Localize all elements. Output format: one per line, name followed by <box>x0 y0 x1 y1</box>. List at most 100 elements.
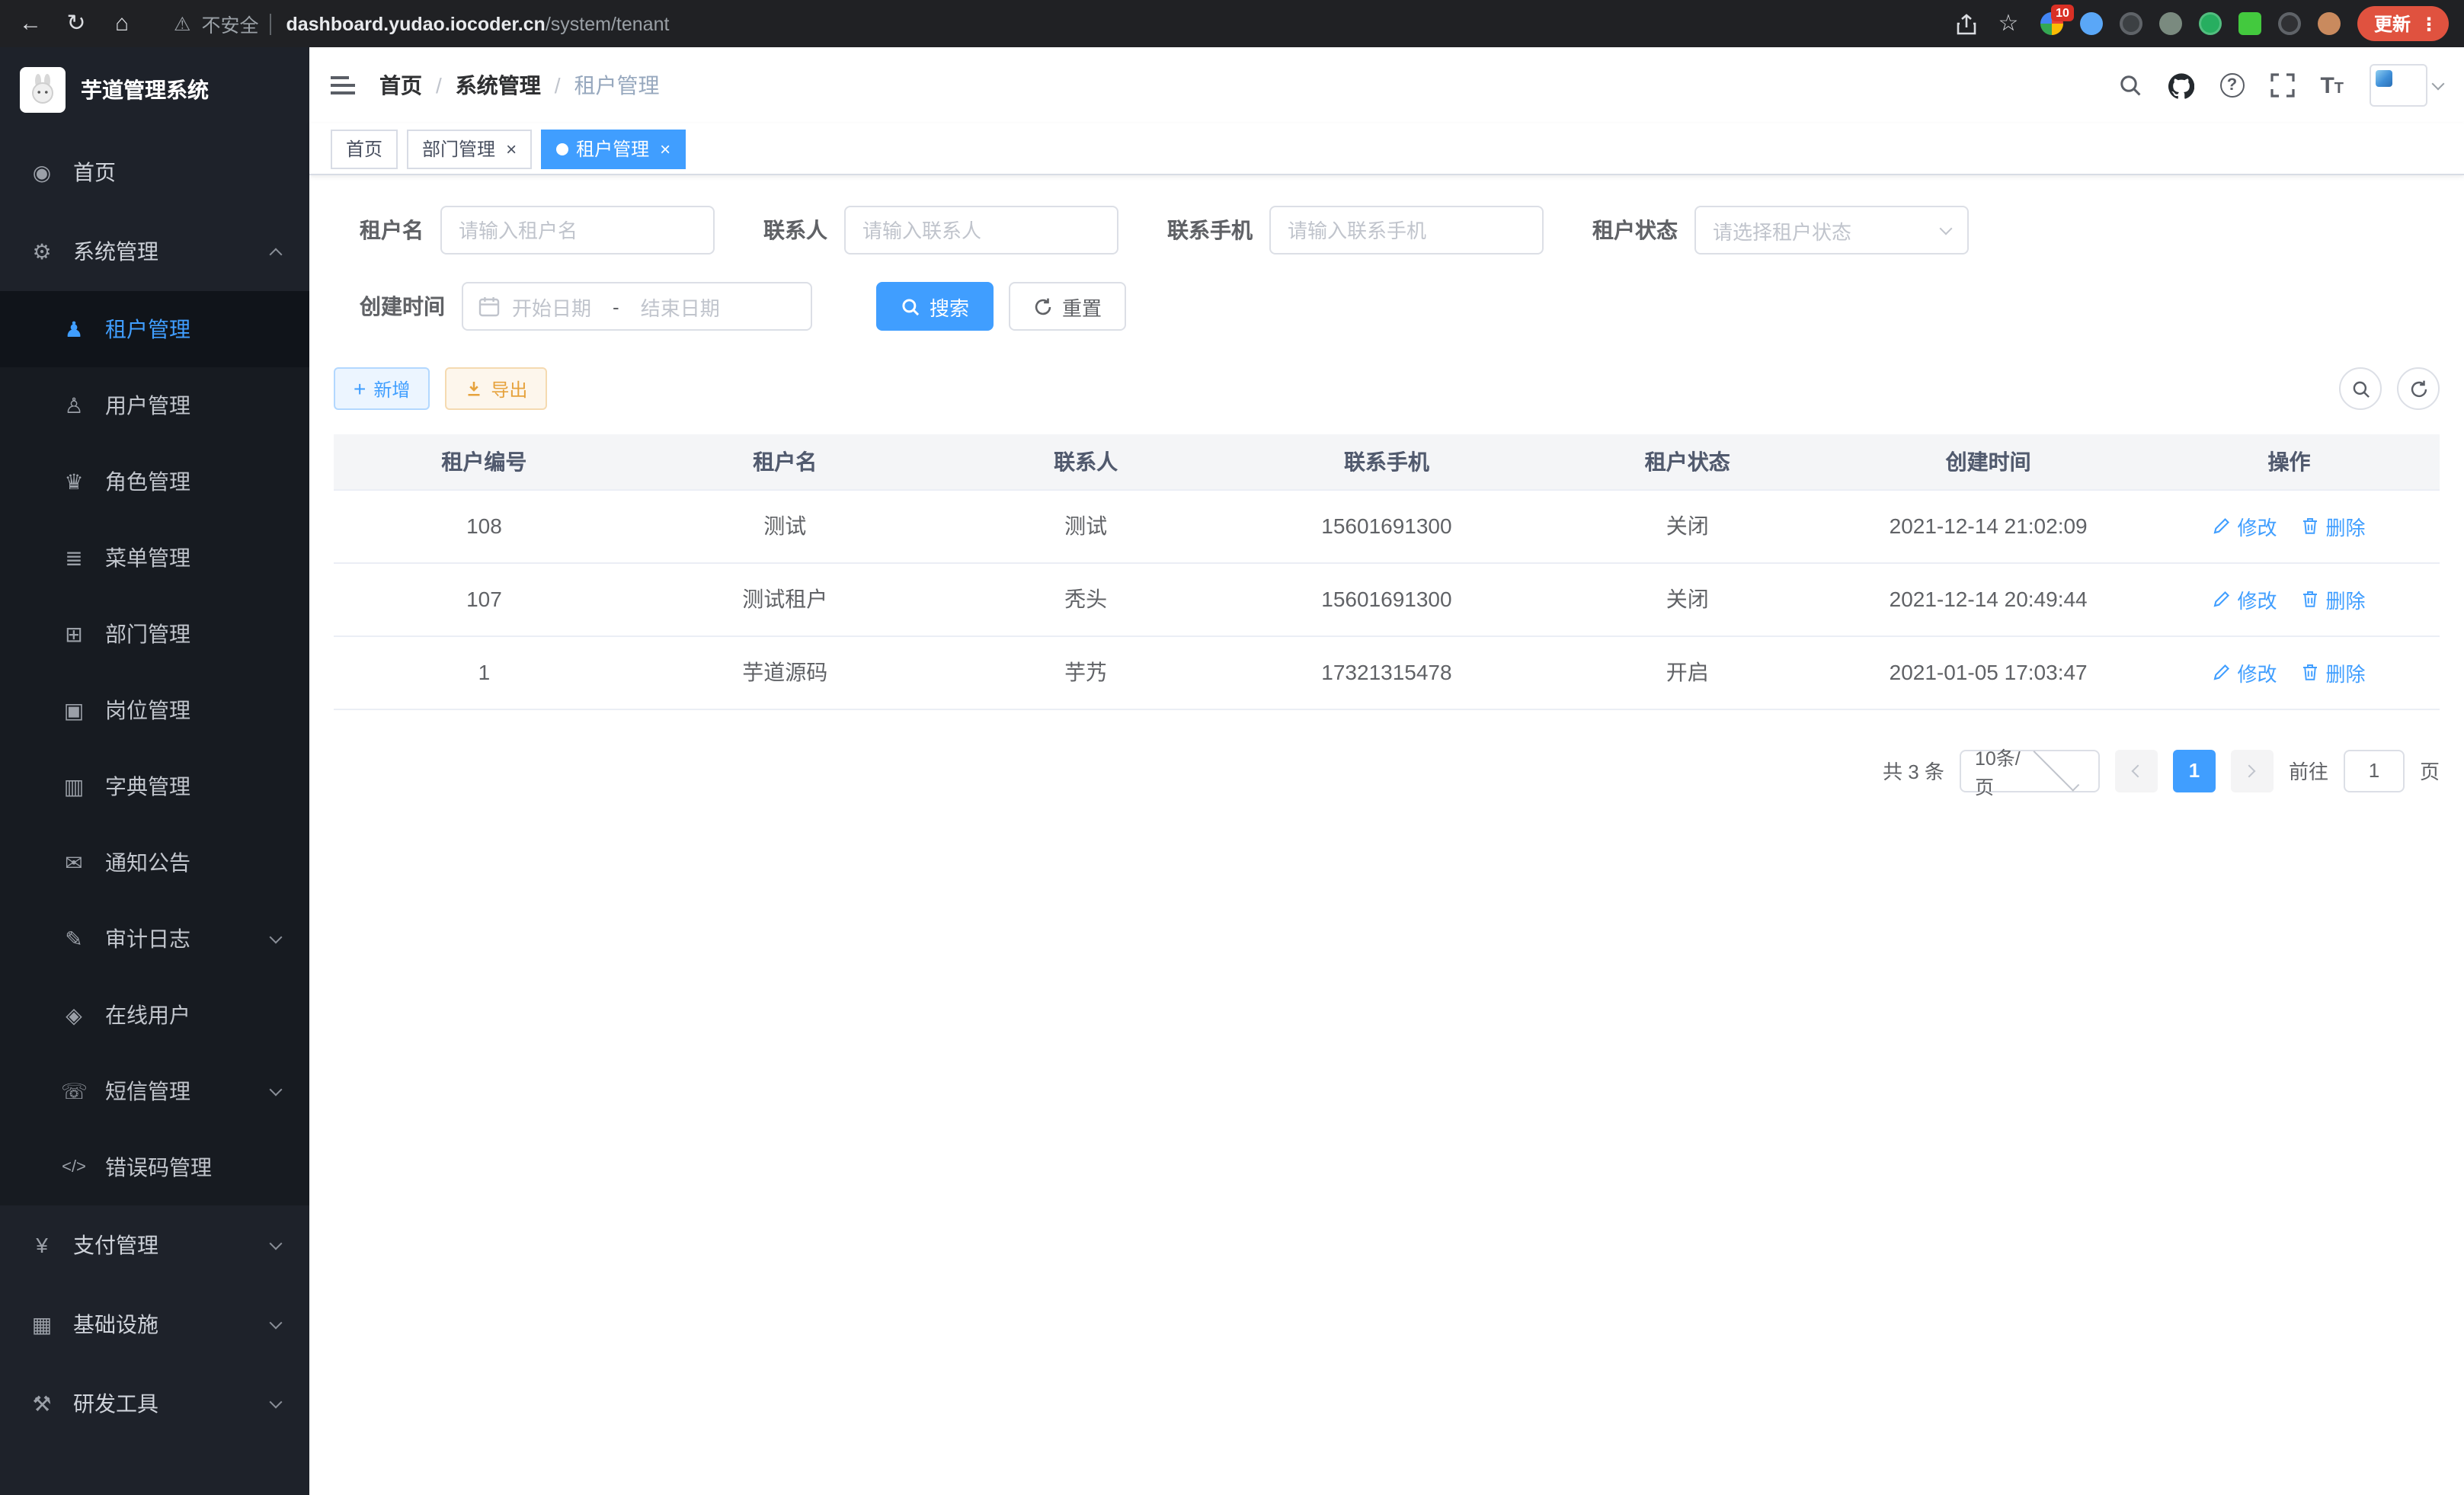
tenant-status-select[interactable]: 请选择租户状态 <box>1694 206 1969 255</box>
cell-phone: 15601691300 <box>1237 489 1538 562</box>
extension-blue-icon[interactable] <box>2080 12 2103 35</box>
edit-link[interactable]: 修改 <box>2213 584 2277 613</box>
sidebar-item-online-users[interactable]: ◈ 在线用户 <box>0 977 309 1053</box>
sidebar-item-label: 菜单管理 <box>105 543 190 573</box>
extensions-puzzle-icon[interactable] <box>2278 12 2301 35</box>
delete-link[interactable]: 删除 <box>2302 584 2366 613</box>
add-button[interactable]: + 新增 <box>334 367 430 410</box>
tab-label: 部门管理 <box>422 136 495 162</box>
sidebar-item-roles[interactable]: ♛ 角色管理 <box>0 443 309 520</box>
close-icon[interactable]: × <box>660 139 670 158</box>
date-separator: - <box>603 295 629 318</box>
delete-label: 删除 <box>2326 584 2366 613</box>
active-dot-icon <box>556 142 568 155</box>
extension-green-circle-icon[interactable] <box>2199 12 2222 35</box>
phone-input[interactable] <box>1269 206 1544 255</box>
extension-colorful-icon[interactable] <box>2040 12 2063 35</box>
pencil-icon <box>2213 663 2232 681</box>
logo[interactable]: 芋道管理系统 <box>0 47 309 133</box>
sidebar-item-menus[interactable]: ≣ 菜单管理 <box>0 520 309 596</box>
edit-link[interactable]: 修改 <box>2213 511 2277 540</box>
date-range-picker[interactable]: 开始日期 - 结束日期 <box>462 282 812 331</box>
goto-page-input[interactable] <box>2344 749 2405 792</box>
cell-id: 108 <box>334 489 635 562</box>
refresh-button[interactable] <box>2397 367 2440 410</box>
pagination: 共 3 条 10条/页 1 前往 页 <box>334 749 2440 792</box>
reset-button[interactable]: 重置 <box>1009 282 1126 331</box>
page-number-1[interactable]: 1 <box>2173 749 2216 792</box>
col-contact: 联系人 <box>936 434 1237 489</box>
sidebar-item-positions[interactable]: ▣ 岗位管理 <box>0 672 309 748</box>
sidebar-item-sms[interactable]: ☏ 短信管理 <box>0 1053 309 1129</box>
reload-icon[interactable]: ↻ <box>61 12 91 35</box>
user-menu[interactable] <box>2370 64 2443 107</box>
sidebar-item-dictionary[interactable]: ▥ 字典管理 <box>0 748 309 824</box>
tags-view: 首页 部门管理 × 租户管理 × <box>309 123 2464 175</box>
tab-tenant[interactable]: 租户管理 × <box>541 129 686 168</box>
delete-link[interactable]: 删除 <box>2302 658 2366 687</box>
browser-actions: ☆ 更新 ⋮ <box>1957 6 2449 41</box>
close-icon[interactable]: × <box>506 139 517 158</box>
tab-home[interactable]: 首页 <box>331 129 398 168</box>
sidebar-item-tenant[interactable]: ♟ 租户管理 <box>0 291 309 367</box>
sidebar-item-payment[interactable]: ¥ 支付管理 <box>0 1205 309 1285</box>
col-created: 创建时间 <box>1838 434 2139 489</box>
sidebar-item-system[interactable]: ⚙ 系统管理 <box>0 212 309 291</box>
breadcrumb-separator: / <box>555 73 561 98</box>
sidebar-item-label: 基础设施 <box>73 1309 158 1340</box>
gear-icon: ⚙ <box>29 238 55 264</box>
delete-label: 删除 <box>2326 658 2366 687</box>
sidebar-item-label: 字典管理 <box>105 771 190 802</box>
table-row: 108 测试 测试 15601691300 关闭 2021-12-14 21:0… <box>334 489 2440 562</box>
navbar-actions: ? TT <box>2117 64 2443 107</box>
page-size-select[interactable]: 10条/页 <box>1960 749 2100 792</box>
sidebar-item-error-codes[interactable]: </> 错误码管理 <box>0 1129 309 1205</box>
sidebar-item-label: 租户管理 <box>105 314 190 344</box>
browser-update-button[interactable]: 更新 ⋮ <box>2357 6 2449 41</box>
share-icon[interactable] <box>1957 13 1976 34</box>
sidebar-item-users[interactable]: ♙ 用户管理 <box>0 367 309 443</box>
edit-label: 修改 <box>2238 511 2277 540</box>
search-button[interactable]: 搜索 <box>876 282 994 331</box>
prev-page-button[interactable] <box>2115 749 2158 792</box>
edit-link[interactable]: 修改 <box>2213 658 2277 687</box>
bookmark-star-icon[interactable]: ☆ <box>1993 12 2024 35</box>
breadcrumb-system[interactable]: 系统管理 <box>456 70 541 101</box>
tab-dept[interactable]: 部门管理 × <box>407 129 532 168</box>
back-icon[interactable]: ← <box>15 12 46 35</box>
broken-image-icon <box>2376 70 2392 87</box>
delete-link[interactable]: 删除 <box>2302 511 2366 540</box>
contact-input[interactable] <box>844 206 1118 255</box>
extension-grey-green-icon[interactable] <box>2159 12 2182 35</box>
sidebar-item-departments[interactable]: ⊞ 部门管理 <box>0 596 309 672</box>
yen-icon: ¥ <box>29 1233 55 1257</box>
profile-avatar[interactable] <box>2318 12 2341 35</box>
sidebar-item-dev-tools[interactable]: ⚒ 研发工具 <box>0 1364 309 1443</box>
tenant-name-input[interactable] <box>440 206 715 255</box>
filter-form: 租户名 联系人 联系手机 租户状态 <box>334 206 2440 331</box>
add-button-label: 新增 <box>373 376 410 402</box>
breadcrumb-home[interactable]: 首页 <box>379 70 422 101</box>
sidebar-item-home[interactable]: ◉ 首页 <box>0 133 309 212</box>
export-button[interactable]: 导出 <box>445 367 547 410</box>
site-security[interactable]: ⚠ 不安全 <box>174 9 270 38</box>
font-size-icon[interactable]: TT <box>2320 72 2344 98</box>
search-button-label: 搜索 <box>930 292 969 321</box>
home-icon[interactable]: ⌂ <box>107 12 137 35</box>
sidebar-item-notice[interactable]: ✉ 通知公告 <box>0 824 309 901</box>
extension-dark-icon[interactable] <box>2120 12 2142 35</box>
sidebar-item-label: 通知公告 <box>105 847 190 878</box>
fullscreen-icon[interactable] <box>2270 73 2294 98</box>
next-page-button[interactable] <box>2231 749 2274 792</box>
github-icon[interactable] <box>2168 72 2194 98</box>
sidebar-collapse-icon[interactable] <box>331 76 355 94</box>
top-navbar: 首页 / 系统管理 / 租户管理 ? <box>309 47 2464 123</box>
search-icon[interactable] <box>2117 73 2142 98</box>
sidebar-item-infrastructure[interactable]: ▦ 基础设施 <box>0 1285 309 1364</box>
toggle-search-button[interactable] <box>2339 367 2382 410</box>
extension-chat-icon[interactable] <box>2238 12 2261 35</box>
sidebar-item-audit-log[interactable]: ✎ 审计日志 <box>0 901 309 977</box>
help-icon[interactable]: ? <box>2219 73 2244 98</box>
security-label: 不安全 <box>201 9 258 38</box>
address-bar[interactable]: dashboard.yudao.iocoder.cn/system/tenant <box>286 13 669 34</box>
